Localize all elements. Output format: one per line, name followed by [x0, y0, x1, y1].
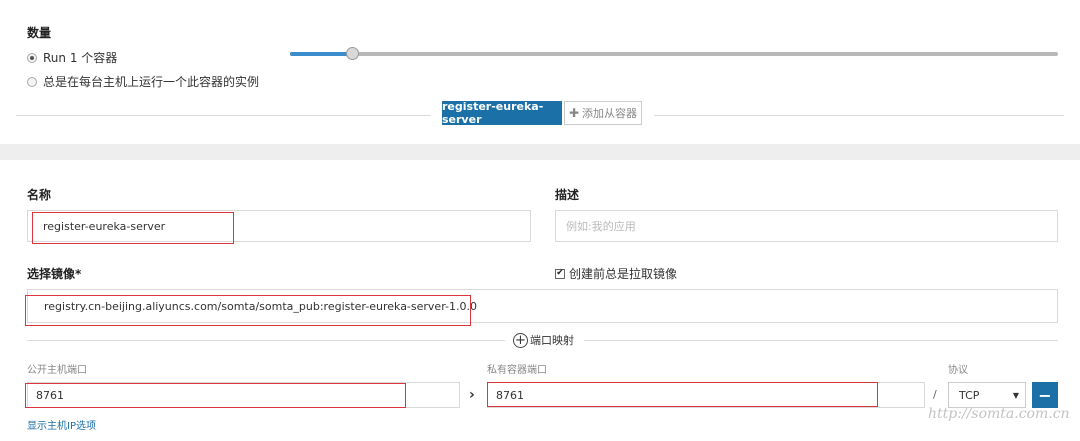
add-sidekick-button[interactable]: ✚ 添加从容器	[564, 101, 642, 125]
divider-right	[654, 115, 1064, 116]
name-label: 名称	[27, 188, 52, 202]
port-divider-left	[27, 340, 505, 341]
scale-slider-track[interactable]	[290, 52, 1058, 56]
port-mapping-label: 端口映射	[530, 334, 574, 347]
tab-register-eureka-server[interactable]: register-eureka-server	[442, 100, 562, 126]
caret-down-icon: ▼	[1012, 390, 1019, 400]
chevron-right-icon: ›	[469, 387, 475, 403]
section-separator	[0, 144, 1080, 160]
divider-left	[16, 115, 431, 116]
highlight-box-public-port	[25, 383, 406, 408]
show-host-ip-link[interactable]: 显示主机IP选项	[27, 417, 96, 432]
pull-image-checkbox[interactable]: ✔ 创建前总是拉取镜像	[555, 265, 677, 282]
add-sidekick-label: 添加从容器	[582, 107, 638, 120]
private-port-label: 私有容器端口	[487, 365, 547, 376]
scale-slider-thumb[interactable]	[346, 47, 359, 60]
public-port-label: 公开主机端口	[27, 365, 87, 376]
slash-separator: /	[933, 388, 937, 401]
pull-image-label: 创建前总是拉取镜像	[569, 267, 678, 281]
protocol-label: 协议	[948, 365, 968, 376]
scale-slider-fill	[290, 52, 352, 56]
radio-checked-icon[interactable]	[27, 52, 37, 63]
protocol-value: TCP	[959, 388, 980, 402]
plus-icon: ✚	[568, 106, 580, 120]
port-divider-right	[584, 340, 1058, 341]
quantity-heading: 数量	[27, 26, 52, 40]
add-port-mapping-button[interactable]: + 端口映射	[513, 332, 574, 348]
radio-unchecked-icon[interactable]	[27, 76, 37, 87]
highlight-box-private-port	[487, 382, 878, 407]
checkbox-checked-icon[interactable]: ✔	[555, 268, 565, 279]
radio-run-count[interactable]: Run 1 个容器	[27, 49, 117, 66]
radio-every-host[interactable]: 总是在每台主机上运行一个此容器的实例	[27, 73, 259, 90]
description-placeholder: 例如:我的应用	[566, 220, 636, 233]
plus-circle-icon: +	[513, 332, 528, 348]
highlight-box-image	[25, 295, 471, 326]
highlight-box-name	[32, 212, 234, 244]
watermark: http://somta.com.cn	[928, 406, 1070, 422]
description-field[interactable]: 例如:我的应用	[555, 210, 1058, 242]
protocol-select[interactable]: TCP ▼	[948, 382, 1026, 408]
radio-run-label: Run 1 个容器	[43, 51, 118, 65]
radio-every-host-label: 总是在每台主机上运行一个此容器的实例	[43, 75, 260, 89]
image-label: 选择镜像*	[27, 267, 82, 281]
remove-port-button[interactable]: −	[1032, 382, 1058, 408]
description-label: 描述	[555, 188, 580, 202]
